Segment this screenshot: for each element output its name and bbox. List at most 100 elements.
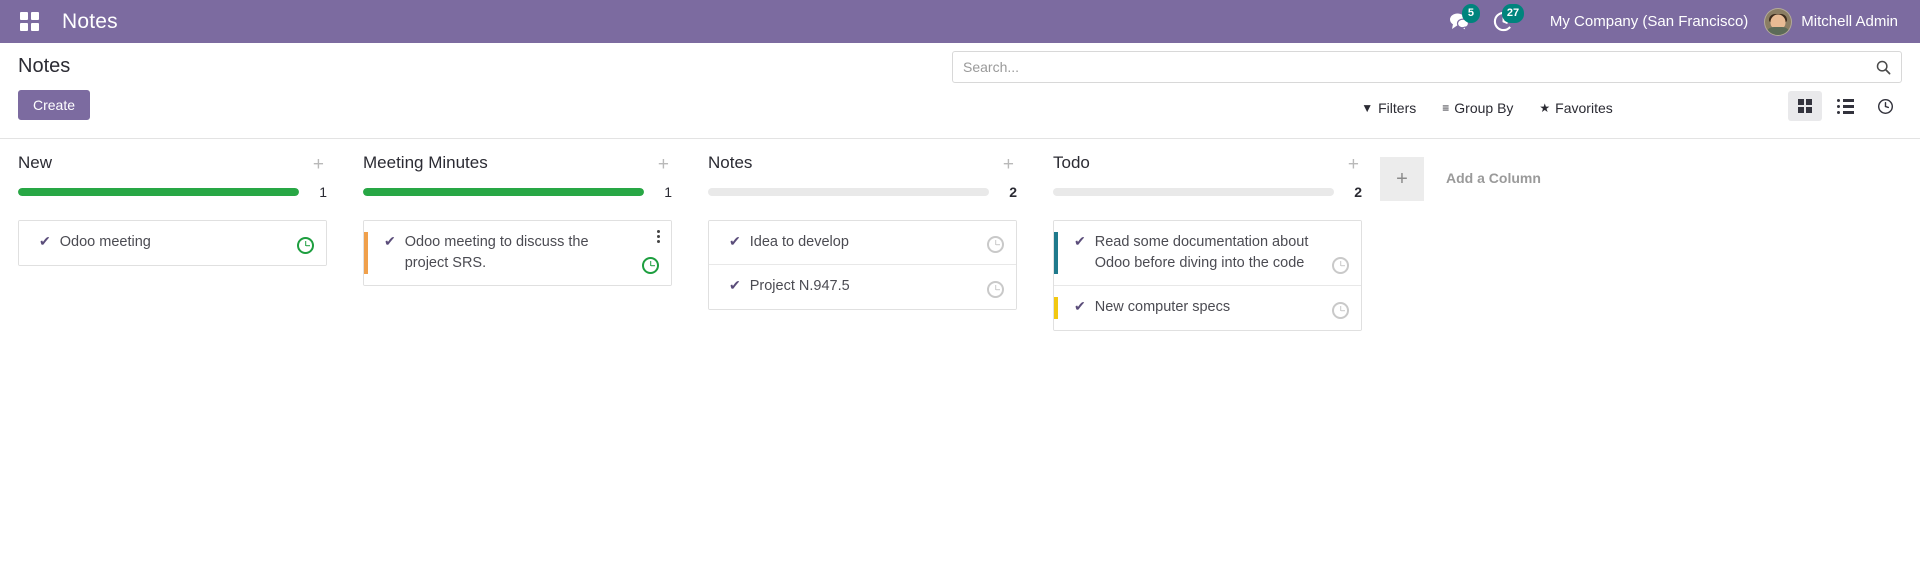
navbar-right-tools: 5 27 My Company (San Francisco) Mitchell… (1438, 0, 1902, 43)
star-icon: ★ (1539, 101, 1551, 115)
user-menu[interactable]: Mitchell Admin (1764, 7, 1902, 36)
kanban-card-color-stripe (19, 232, 23, 254)
favorites-label: Favorites (1555, 100, 1613, 116)
progress-track[interactable] (1053, 188, 1334, 196)
control-panel-left: Notes Create (18, 53, 91, 120)
kanban-column-add-icon[interactable]: + (1000, 153, 1017, 176)
kanban-column-header: New + (18, 153, 327, 176)
check-icon[interactable]: ✔ (39, 232, 51, 251)
kanban-card-color-stripe (709, 232, 713, 253)
add-column-area: + Add a Column (1380, 153, 1541, 201)
filter-row: ▼ Filters ≡ Group By ★ Favorites (952, 91, 1902, 123)
search-box[interactable] (952, 51, 1902, 83)
search-input[interactable] (963, 59, 1876, 75)
filters-button[interactable]: ▼ Filters (1361, 100, 1416, 116)
kanban-card-color-stripe (364, 232, 368, 274)
kanban-card-color-stripe (1054, 297, 1058, 319)
kanban-column-add-icon[interactable]: + (1345, 153, 1362, 176)
add-column-button[interactable]: + (1380, 157, 1424, 201)
control-panel: Notes Create ▼ Filters ≡ Group By (0, 43, 1920, 139)
kanban-card-footer (987, 281, 1004, 298)
kanban-card[interactable]: ✔ Odoo meeting to discuss the project SRS… (364, 221, 671, 285)
kanban-column-progressbar: 2 (1053, 184, 1362, 200)
kanban-column-title[interactable]: Meeting Minutes (363, 153, 488, 173)
activities-button[interactable]: 27 (1482, 0, 1526, 43)
kanban-card-text: Project N.947.5 (749, 278, 850, 294)
kanban-card[interactable]: ✔ Project N.947.5 (709, 265, 1016, 309)
plus-icon: + (1396, 167, 1408, 190)
kanban-column-count: 2 (1009, 184, 1017, 200)
kanban-card-color-stripe (1054, 232, 1058, 274)
kanban-column-add-icon[interactable]: + (310, 153, 327, 176)
control-panel-right: ▼ Filters ≡ Group By ★ Favorites (952, 51, 1902, 123)
breadcrumb[interactable]: Notes (18, 53, 90, 79)
filters-label: Filters (1378, 100, 1417, 116)
apps-menu-button[interactable] (10, 3, 48, 41)
kanban-card-color-stripe (709, 276, 713, 298)
group-by-button[interactable]: ≡ Group By (1442, 100, 1513, 116)
kanban-card[interactable]: ✔ Odoo meeting (19, 221, 326, 265)
favorites-button[interactable]: ★ Favorites (1539, 100, 1612, 116)
kanban-card[interactable]: ✔ New computer specs (1054, 286, 1361, 330)
kanban-card-group: ✔ Odoo meeting (18, 220, 327, 266)
create-button[interactable]: Create (18, 90, 91, 120)
kanban-card[interactable]: ✔ Idea to develop (709, 221, 1016, 265)
kanban-card-text: New computer specs (1094, 299, 1231, 315)
kanban-column-header: Meeting Minutes + (363, 153, 672, 176)
progress-track[interactable] (18, 188, 299, 196)
activity-clock-icon[interactable] (297, 237, 314, 254)
user-name-label: Mitchell Admin (1801, 13, 1898, 30)
activity-clock-icon[interactable] (642, 257, 659, 274)
activity-clock-icon[interactable] (987, 281, 1004, 298)
kanban-card-text: Idea to develop (749, 234, 849, 250)
progress-fill (18, 188, 299, 196)
kanban-column-progressbar: 2 (708, 184, 1017, 200)
app-brand-title[interactable]: Notes (62, 10, 118, 34)
progress-fill (363, 188, 644, 196)
kanban-card-text: Odoo meeting (59, 234, 151, 250)
kanban-column: Notes +2 ✔ Idea to develop ✔ Project N.947.5 (690, 153, 1035, 310)
check-icon[interactable]: ✔ (729, 232, 741, 251)
kanban-card-group: ✔ Idea to develop ✔ Project N.947.5 (708, 220, 1017, 310)
clock-icon (1877, 98, 1893, 114)
kanban-column-title[interactable]: New (18, 153, 52, 173)
kanban-column-progressbar: 1 (18, 184, 327, 200)
view-button-kanban[interactable] (1788, 91, 1822, 121)
messages-button[interactable]: 5 (1438, 0, 1482, 43)
company-switcher[interactable]: My Company (San Francisco) (1550, 13, 1748, 30)
search-icon[interactable] (1876, 60, 1891, 75)
check-icon[interactable]: ✔ (1074, 232, 1086, 251)
add-column-label[interactable]: Add a Column (1446, 170, 1541, 186)
kanban-column-header: Notes + (708, 153, 1017, 176)
progress-track[interactable] (363, 188, 644, 196)
activity-clock-icon[interactable] (987, 236, 1004, 253)
activities-count-badge: 27 (1501, 4, 1525, 23)
check-icon[interactable]: ✔ (384, 232, 396, 251)
view-switcher (1788, 91, 1902, 121)
list-icon (1836, 98, 1854, 114)
kanban-card[interactable]: ✔ Read some documentation about Odoo befo… (1054, 221, 1361, 286)
kanban-card-group: ✔ Read some documentation about Odoo befo… (1053, 220, 1362, 331)
activity-clock-icon[interactable] (1332, 302, 1349, 319)
kanban-card-group: ✔ Odoo meeting to discuss the project SRS… (363, 220, 672, 286)
kanban-card-text: Read some documentation about Odoo befor… (1094, 234, 1309, 271)
view-button-activity[interactable] (1868, 91, 1902, 121)
check-icon[interactable]: ✔ (729, 276, 741, 295)
view-button-list[interactable] (1828, 91, 1862, 121)
kanban-card-text: Odoo meeting to discuss the project SRS. (404, 234, 589, 271)
kanban-column: New +1 ✔ Odoo meeting (0, 153, 345, 266)
kanban-column-title[interactable]: Todo (1053, 153, 1090, 173)
progress-track[interactable] (708, 188, 989, 196)
filter-buttons: ▼ Filters ≡ Group By ★ Favorites (1241, 100, 1613, 116)
kanban-column-count: 1 (319, 184, 327, 200)
activity-clock-icon[interactable] (1332, 257, 1349, 274)
kanban-column: Meeting Minutes +1 ✔ Odoo meeting to discus… (345, 153, 690, 286)
check-icon[interactable]: ✔ (1074, 297, 1086, 316)
card-options-menu-icon[interactable] (654, 227, 663, 246)
top-navbar: Notes 5 27 My Company (San Francisco) Mi… (0, 0, 1920, 43)
kanban-column-header: Todo + (1053, 153, 1362, 176)
kanban-column-add-icon[interactable]: + (655, 153, 672, 176)
kanban-column-progressbar: 1 (363, 184, 672, 200)
kanban-card-footer (1332, 257, 1349, 274)
kanban-column-title[interactable]: Notes (708, 153, 752, 173)
